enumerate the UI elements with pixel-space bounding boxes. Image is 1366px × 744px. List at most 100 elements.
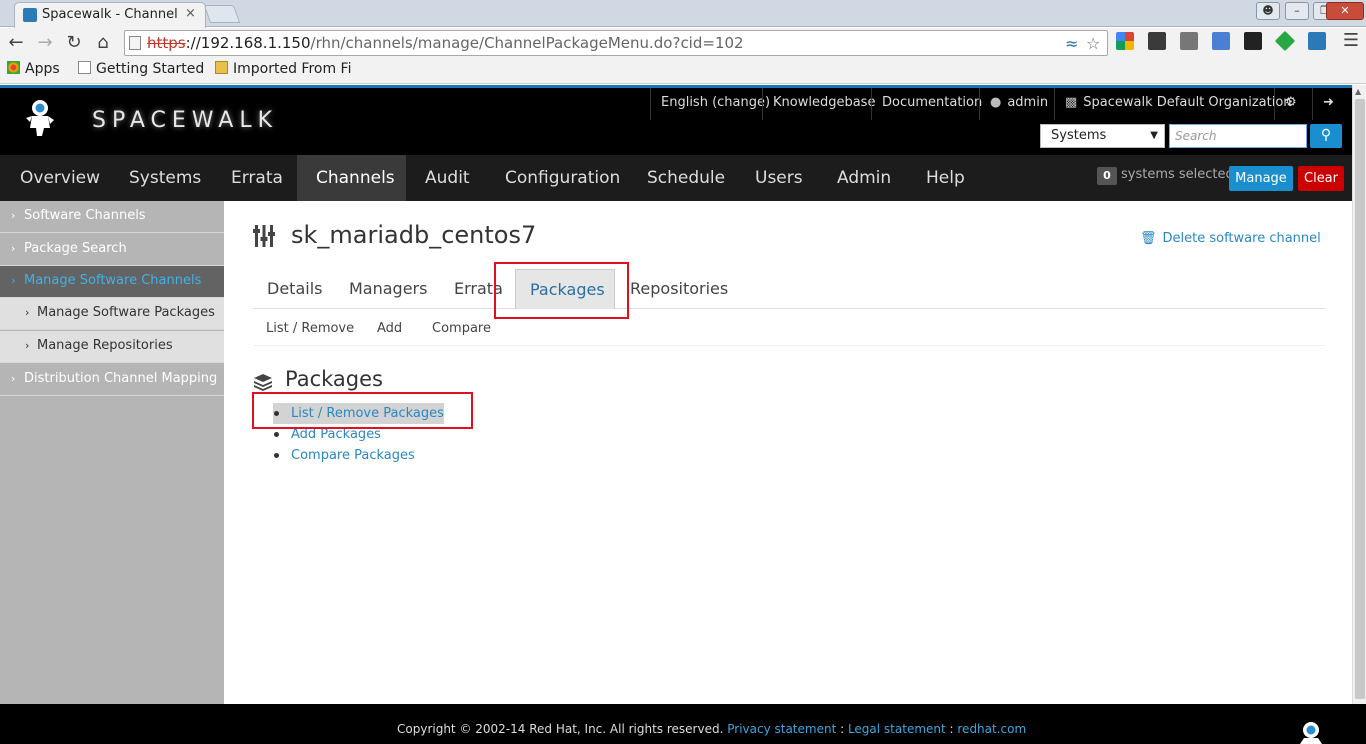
footer-text: Copyright © 2002-14 Red Hat, Inc. All ri… (397, 722, 1027, 736)
sign-out-icon: ➜ (1323, 95, 1334, 110)
preferences-link[interactable]: ⚙ (1274, 88, 1307, 120)
nav-admin[interactable]: Admin (818, 155, 910, 201)
tab-managers[interactable]: Managers (335, 269, 441, 309)
back-icon[interactable]: ← (5, 32, 27, 53)
main-navigation: Overview Systems Errata Channels Audit C… (0, 155, 1352, 201)
search-button[interactable]: ⚲ (1310, 124, 1342, 148)
extension-layers-icon[interactable] (1244, 32, 1262, 50)
subtab-compare[interactable]: Compare (432, 321, 491, 336)
browser-menu-icon[interactable]: ☰ (1340, 30, 1362, 51)
forward-icon[interactable]: → (34, 32, 56, 53)
page-title: sk_mariadb_centos7 (291, 221, 537, 249)
bookmark-getting-started[interactable]: Getting Started (78, 61, 204, 77)
clear-button[interactable]: Clear (1298, 166, 1344, 191)
selected-systems-label: systems selected (1121, 167, 1234, 182)
page-icon (78, 61, 91, 74)
search-scope-select[interactable]: Systems ▼ (1040, 124, 1165, 148)
organization-link[interactable]: ▩ Spacewalk Default Organization (1054, 88, 1302, 120)
search-input[interactable]: Search (1169, 124, 1307, 148)
spacewalk-favicon-icon (23, 8, 37, 22)
compare-packages-link[interactable]: Compare Packages (273, 445, 444, 466)
new-tab-button[interactable] (203, 5, 241, 23)
documentation-link[interactable]: Documentation (871, 88, 992, 120)
sidebar: › Software Channels › Package Search › Mana… (0, 201, 224, 704)
spacewalk-astronaut-logo-icon[interactable] (22, 98, 58, 138)
bullet (274, 453, 279, 458)
browser-tab-active[interactable]: Spacewalk - Channel × (14, 2, 206, 28)
sidebar-item-distribution-channel-mapping[interactable]: › Distribution Channel Mapping (0, 364, 224, 396)
trash-icon: 🗑 (1140, 231, 1157, 246)
spacewalk-logo-text[interactable]: SPACEWALK (92, 108, 278, 133)
knowledgebase-link[interactable]: Knowledgebase (762, 88, 885, 120)
extension-chrome-icon[interactable] (1116, 32, 1134, 50)
nav-users[interactable]: Users (736, 155, 822, 201)
reload-icon[interactable]: ↻ (63, 32, 85, 53)
channel-sliders-icon (253, 225, 275, 247)
page-footer: Copyright © 2002-14 Red Hat, Inc. All ri… (0, 704, 1366, 744)
extension-tool-icon[interactable] (1148, 32, 1166, 50)
sign-out-link[interactable]: ➜ (1312, 88, 1344, 120)
privacy-link[interactable]: Privacy statement (727, 722, 836, 736)
nav-schedule[interactable]: Schedule (628, 155, 744, 201)
address-url: https://192.168.1.150/rhn/channels/manag… (147, 34, 744, 52)
sidebar-item-manage-software-channels[interactable]: › Manage Software Channels (0, 266, 224, 298)
bookmark-apps[interactable]: Apps (7, 61, 60, 77)
tab-close-icon[interactable]: × (185, 6, 196, 21)
section-title: Packages (285, 367, 383, 391)
highlight-box-list-remove (252, 392, 473, 429)
sidebar-item-package-search[interactable]: › Package Search (0, 234, 224, 266)
profile-icon[interactable]: ☻ (1256, 2, 1280, 20)
language-link[interactable]: English (change) (650, 88, 780, 120)
legal-link[interactable]: Legal statement (848, 722, 946, 736)
browser-titlebar: Spacewalk - Channel × ☻ – ❐ ✕ (0, 0, 1366, 28)
bullet (274, 432, 279, 437)
nav-systems[interactable]: Systems (110, 155, 220, 201)
rss-icon[interactable]: ≈ (1065, 34, 1078, 53)
main-content: sk_mariadb_centos7 🗑 Delete software chan… (225, 201, 1352, 704)
tab-details[interactable]: Details (253, 269, 336, 309)
nav-overview[interactable]: Overview (1, 155, 119, 201)
nav-audit[interactable]: Audit (406, 155, 489, 201)
window-close-icon[interactable]: ✕ (1326, 2, 1364, 20)
subtab-list-remove[interactable]: List / Remove (266, 321, 354, 336)
selected-systems-count: 0 (1097, 167, 1117, 185)
sidebar-item-software-channels[interactable]: › Software Channels (0, 201, 224, 233)
user-link[interactable]: ● admin (979, 88, 1058, 120)
insecure-lock-icon[interactable] (129, 36, 141, 50)
nav-channels[interactable]: Channels (297, 155, 406, 201)
apps-grid-icon (7, 61, 20, 74)
redhat-link[interactable]: redhat.com (957, 722, 1026, 736)
bookmark-imported-folder[interactable]: Imported From Fi (215, 61, 351, 77)
extension-translate-icon[interactable] (1212, 32, 1230, 50)
tab-repositories[interactable]: Repositories (616, 269, 742, 309)
minimize-icon[interactable]: – (1285, 2, 1309, 20)
nav-help[interactable]: Help (907, 155, 984, 201)
sidebar-item-manage-repositories[interactable]: › Manage Repositories (0, 331, 224, 363)
address-bar[interactable]: https://192.168.1.150/rhn/channels/manag… (124, 30, 1108, 56)
highlight-box-packages-tab (494, 262, 629, 319)
nav-errata[interactable]: Errata (212, 155, 302, 201)
package-subtabs: List / Remove Add Compare (253, 309, 1325, 346)
home-icon[interactable]: ⌂ (92, 32, 114, 53)
extension-evernote-icon[interactable] (1274, 30, 1296, 52)
extension-keyboard-icon[interactable] (1180, 32, 1198, 50)
nav-configuration[interactable]: Configuration (486, 155, 639, 201)
bookmark-star-icon[interactable]: ☆ (1086, 34, 1100, 53)
subtab-add[interactable]: Add (377, 321, 402, 336)
footer-astronaut-logo-icon (1300, 722, 1322, 744)
chevron-down-icon: ▼ (1150, 130, 1158, 141)
chevron-right-icon: › (25, 306, 30, 319)
extension-s-icon[interactable] (1308, 32, 1326, 50)
manage-button[interactable]: Manage (1229, 166, 1293, 191)
sitemap-icon: ▩ (1065, 95, 1078, 110)
chevron-right-icon: › (11, 274, 16, 287)
page-scrollbar[interactable]: ▲ (1352, 85, 1366, 704)
sidebar-item-manage-software-packages[interactable]: › Manage Software Packages (0, 298, 224, 330)
chevron-right-icon: › (11, 372, 16, 385)
scroll-thumb[interactable] (1355, 99, 1365, 699)
spacewalk-header: SPACEWALK English (change) Knowledgebase… (0, 85, 1352, 155)
channel-tabs: Details Managers Errata Packages Reposit… (253, 269, 1325, 309)
scroll-up-icon[interactable]: ▲ (1355, 87, 1361, 96)
cogs-icon: ⚙ (1285, 95, 1297, 110)
delete-channel-link[interactable]: 🗑 Delete software channel (1140, 231, 1321, 246)
